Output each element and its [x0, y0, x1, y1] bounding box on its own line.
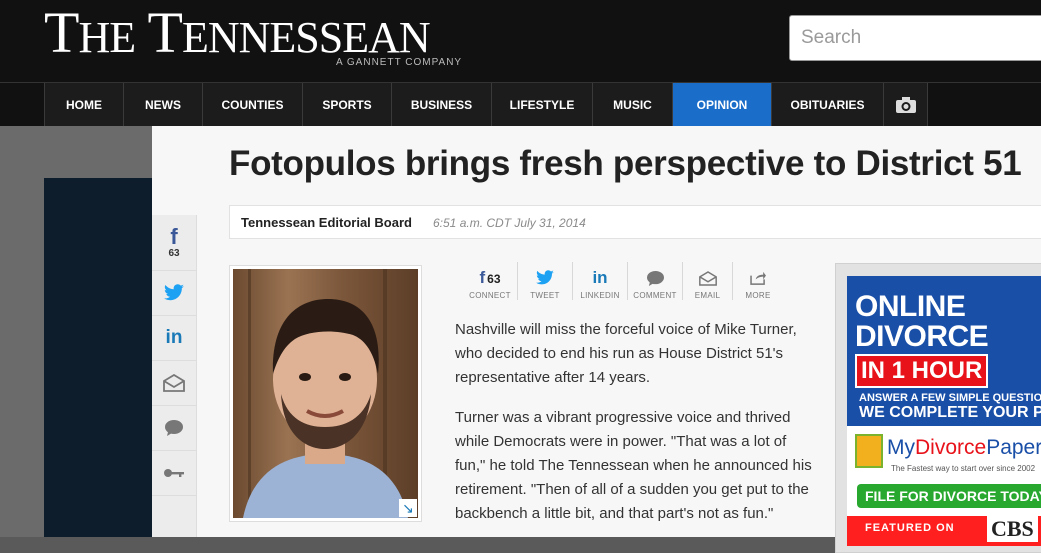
- ad-tagline: The Fastest way to start over since 2002: [891, 464, 1036, 473]
- search-box[interactable]: [789, 15, 1041, 61]
- share-label: CONNECT: [469, 291, 511, 300]
- share-row-email[interactable]: EMAIL: [683, 262, 733, 300]
- left-dark-panel: [44, 178, 152, 537]
- camera-icon: [895, 96, 916, 113]
- expand-photo-icon[interactable]: ↘: [399, 499, 417, 517]
- share-email[interactable]: [152, 361, 196, 406]
- share-row-comment[interactable]: COMMENT: [628, 262, 683, 300]
- main-nav: HOME NEWS COUNTIES SPORTS BUSINESS LIFES…: [0, 82, 1041, 126]
- publish-timestamp: 6:51 a.m. CDT July 31, 2014: [433, 216, 586, 230]
- ad-headline-1: ONLINE: [855, 290, 966, 323]
- article-headline: Fotopulos brings fresh perspective to Di…: [229, 144, 1022, 183]
- email-icon: [698, 270, 717, 286]
- ad-cta-button[interactable]: FILE FOR DIVORCE TODAY: [857, 484, 1041, 508]
- ad-subline-2: WE COMPLETE YOUR PA: [859, 404, 1041, 421]
- comment-icon: [646, 270, 664, 286]
- share-facebook[interactable]: f 63: [152, 215, 196, 271]
- ad-logo-icon: [855, 434, 883, 468]
- nav-business[interactable]: BUSINESS: [392, 83, 492, 126]
- facebook-count: 63: [487, 272, 501, 286]
- nav-music[interactable]: MUSIC: [593, 83, 673, 126]
- author-portrait-image: [233, 269, 418, 518]
- nav-news[interactable]: NEWS: [124, 83, 203, 126]
- nav-photos[interactable]: [884, 83, 928, 126]
- nav-opinion[interactable]: OPINION: [673, 83, 772, 126]
- share-comment[interactable]: [152, 406, 196, 451]
- email-icon: [163, 374, 185, 392]
- share-label: MORE: [745, 291, 771, 300]
- nav-counties[interactable]: COUNTIES: [203, 83, 303, 126]
- ad-brand-name: MyDivorcePapers: [887, 436, 1041, 459]
- article-share-row: f 63 CONNECT TWEET in LINKEDIN COMMENT EM…: [463, 262, 783, 300]
- share-row-linkedin[interactable]: in LINKEDIN: [573, 262, 628, 300]
- facebook-count: 63: [168, 247, 180, 259]
- ad-featured-label: FEATURED ON: [865, 522, 955, 534]
- nav-sports[interactable]: SPORTS: [303, 83, 392, 126]
- twitter-icon: [536, 270, 554, 285]
- comment-icon: [165, 420, 183, 436]
- share-label: TWEET: [530, 291, 560, 300]
- ad-cbs-logo: CBS: [987, 516, 1038, 542]
- share-arrow-icon: [749, 271, 766, 285]
- logo-tagline: A GANNETT COMPANY: [336, 57, 463, 68]
- article-photo[interactable]: ↘: [229, 265, 422, 522]
- linkedin-icon: in: [592, 268, 608, 287]
- share-twitter[interactable]: [152, 271, 196, 316]
- share-linkedin[interactable]: in: [152, 316, 196, 361]
- nav-lifestyle[interactable]: LIFESTYLE: [492, 83, 593, 126]
- nav-items: HOME NEWS COUNTIES SPORTS BUSINESS LIFES…: [44, 83, 928, 126]
- nav-obituaries[interactable]: OBITUARIES: [772, 83, 884, 126]
- share-row-more[interactable]: MORE: [733, 262, 783, 300]
- ad-headline-2: DIVORCE: [855, 320, 989, 353]
- byline-bar: Tennessean Editorial Board 6:51 a.m. CDT…: [229, 205, 1041, 239]
- ad-headline-3: IN 1 HOUR: [855, 354, 989, 388]
- twitter-icon: [164, 284, 184, 301]
- key-icon: [164, 469, 184, 477]
- share-label: COMMENT: [633, 291, 677, 300]
- share-more[interactable]: [152, 451, 196, 496]
- share-row-twitter[interactable]: TWEET: [518, 262, 573, 300]
- facebook-icon: f: [170, 223, 178, 249]
- author-name[interactable]: Tennessean Editorial Board: [241, 215, 412, 230]
- masthead: THE TENNESSEAN A GANNETT COMPANY: [0, 0, 1041, 82]
- share-label: LINKEDIN: [580, 291, 620, 300]
- vertical-share-bar: f 63 in: [152, 215, 197, 537]
- advertisement[interactable]: ONLINE DIVORCE IN 1 HOUR ANSWER A FEW SI…: [847, 276, 1041, 546]
- linkedin-icon: in: [165, 327, 183, 348]
- nav-home[interactable]: HOME: [45, 83, 124, 126]
- article-paragraph: Turner was a vibrant progressive voice a…: [455, 409, 812, 522]
- article-body: Nashville will miss the forceful voice o…: [455, 318, 820, 542]
- article-paragraph: Nashville will miss the forceful voice o…: [455, 321, 797, 386]
- search-input[interactable]: [790, 16, 1041, 60]
- share-label: EMAIL: [694, 291, 721, 300]
- share-row-facebook[interactable]: f 63 CONNECT: [463, 262, 518, 300]
- ad-subline-1: ANSWER A FEW SIMPLE QUESTIO: [859, 392, 1041, 404]
